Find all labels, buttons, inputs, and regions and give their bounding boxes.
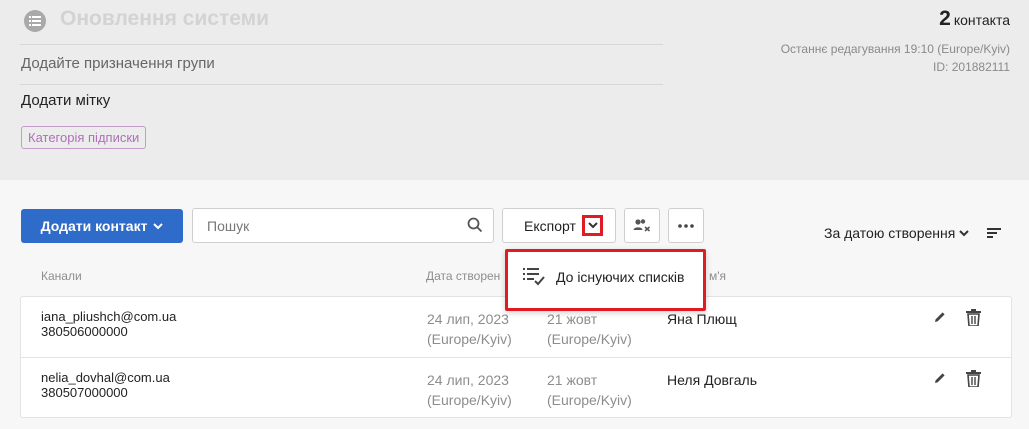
contact-phone: 380507000000 — [41, 385, 128, 400]
divider — [20, 84, 663, 85]
sort-selector[interactable]: За датою створення — [824, 225, 970, 241]
list-title[interactable]: Оновлення системи — [60, 7, 360, 31]
pencil-icon[interactable] — [934, 311, 946, 323]
search-icon[interactable] — [467, 217, 483, 233]
table-row[interactable]: nelia_dovhal@com.ua 380507000000 24 лип,… — [21, 357, 1011, 417]
second-date: 21 жовт (Europe/Kyiv) — [547, 309, 632, 349]
export-menu-item-label: До існуючих списків — [556, 269, 685, 285]
column-header-channels[interactable]: Канали — [41, 269, 82, 283]
group-purpose-field[interactable]: Додайте призначення групи — [21, 55, 321, 72]
contact-email: nelia_dovhal@com.ua — [41, 370, 170, 385]
chevron-down-icon — [587, 222, 598, 229]
contact-phone: 380506000000 — [41, 324, 128, 339]
search-input[interactable] — [193, 209, 453, 242]
second-date-timezone: (Europe/Kyiv) — [547, 392, 632, 408]
list-info-panel: Оновлення системи Додайте призначення гр… — [0, 0, 1029, 180]
add-tag-link[interactable]: Додати мітку — [21, 92, 221, 109]
contact-name: Яна Плющ — [667, 311, 737, 327]
pencil-icon[interactable] — [934, 372, 946, 384]
add-contact-label: Додати контакт — [40, 218, 148, 234]
created-date: 24 лип, 2023 (Europe/Kyiv) — [427, 370, 512, 410]
export-dropdown-toggle[interactable] — [582, 215, 603, 236]
column-header-name[interactable]: м'я — [709, 269, 726, 283]
sort-icon[interactable] — [987, 227, 1001, 239]
second-date-value: 21 жовт — [547, 372, 598, 388]
list-check-icon — [523, 268, 545, 286]
list-id: ID: 201882111 — [933, 60, 1010, 74]
column-header-created[interactable]: Дата створен — [426, 269, 500, 283]
export-dropdown-menu: До існуючих списків — [505, 249, 706, 311]
contacts-count: 2 контакта — [939, 7, 1010, 31]
contacts-count-number: 2 — [939, 7, 951, 30]
search-box[interactable] — [192, 208, 494, 243]
last-edited: Останнє редагування 19:10 (Europe/Kyiv) — [780, 42, 1010, 56]
created-date-timezone: (Europe/Kyiv) — [427, 392, 512, 408]
sort-label: За датою створення — [824, 225, 956, 241]
created-date-value: 24 лип, 2023 — [427, 372, 509, 388]
more-actions-button[interactable] — [668, 208, 704, 243]
add-contact-button[interactable]: Додати контакт — [21, 209, 183, 243]
contact-email: iana_pliushch@com.ua — [41, 309, 177, 324]
trash-icon[interactable] — [966, 309, 981, 326]
export-button[interactable]: Експорт — [502, 208, 616, 243]
export-label: Експорт — [524, 218, 576, 234]
remove-users-icon — [633, 218, 651, 232]
chevron-down-icon — [959, 229, 970, 236]
second-date: 21 жовт (Europe/Kyiv) — [547, 370, 632, 410]
second-date-timezone: (Europe/Kyiv) — [547, 331, 632, 347]
chevron-down-icon — [153, 222, 164, 229]
more-icon — [678, 223, 694, 228]
created-date: 24 лип, 2023 (Europe/Kyiv) — [427, 309, 512, 349]
contacts-table: iana_pliushch@com.ua 380506000000 24 лип… — [20, 296, 1012, 418]
trash-icon[interactable] — [966, 370, 981, 387]
created-date-value: 24 лип, 2023 — [427, 311, 509, 327]
created-date-timezone: (Europe/Kyiv) — [427, 331, 512, 347]
contact-name: Неля Довгаль — [667, 372, 757, 388]
divider — [20, 44, 663, 45]
remove-contacts-button[interactable] — [624, 208, 660, 243]
category-tag[interactable]: Категорія підписки — [21, 126, 147, 149]
second-date-value: 21 жовт — [547, 311, 598, 327]
list-icon — [24, 10, 46, 32]
contacts-count-word: контакта — [953, 12, 1010, 28]
